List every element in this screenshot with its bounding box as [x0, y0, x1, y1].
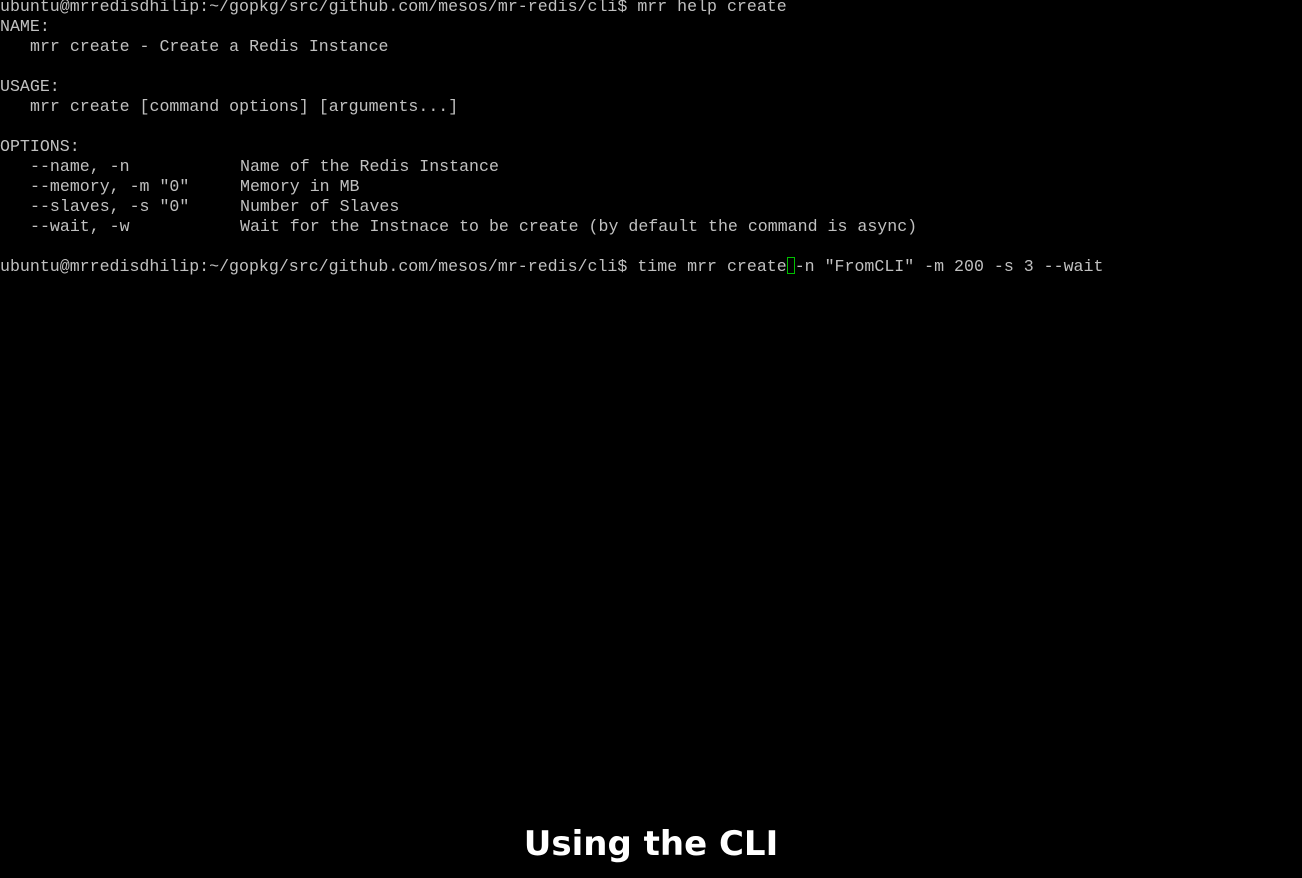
usage-header: USAGE:: [0, 77, 60, 96]
first-prompt-line: ubuntu@mrredisdhilip:~/gopkg/src/github.…: [0, 0, 787, 17]
prompt: ubuntu@mrredisdhilip:~/gopkg/src/github.…: [0, 257, 628, 276]
video-caption: Using the CLI: [523, 824, 779, 864]
option-flag: --wait, -w: [30, 217, 130, 236]
option-row: --wait, -w Wait for the Instnace to be c…: [0, 217, 1302, 237]
command-text: mrr help create: [637, 0, 787, 16]
text-cursor: [786, 257, 795, 274]
terminal-window[interactable]: ubuntu@mrredisdhilip:~/gopkg/src/github.…: [0, 0, 1302, 800]
active-prompt-line[interactable]: ubuntu@mrredisdhilip:~/gopkg/src/github.…: [0, 257, 1103, 277]
prompt: ubuntu@mrredisdhilip:~/gopkg/src/github.…: [0, 0, 628, 16]
option-row: --memory, -m "0" Memory in MB: [0, 177, 1302, 197]
option-flag: --name, -n: [30, 157, 130, 176]
name-text: mrr create - Create a Redis Instance: [30, 37, 389, 56]
command-text-after-cursor: -n "FromCLI" -m 200 -s 3 --wait: [794, 257, 1104, 276]
option-row: --slaves, -s "0" Number of Slaves: [0, 197, 1302, 217]
usage-text: mrr create [command options] [arguments.…: [30, 97, 459, 116]
option-description: Name of the Redis Instance: [240, 157, 499, 176]
options-header: OPTIONS:: [0, 137, 80, 156]
option-flag: --slaves, -s "0": [30, 197, 190, 216]
option-description: Number of Slaves: [240, 197, 400, 216]
name-header: NAME:: [0, 17, 50, 36]
option-description: Memory in MB: [240, 177, 360, 196]
command-text: time mrr create: [637, 257, 787, 276]
option-description: Wait for the Instnace to be create (by d…: [240, 217, 918, 236]
option-flag: --memory, -m "0": [30, 177, 190, 196]
option-row: --name, -n Name of the Redis Instance: [0, 157, 1302, 177]
